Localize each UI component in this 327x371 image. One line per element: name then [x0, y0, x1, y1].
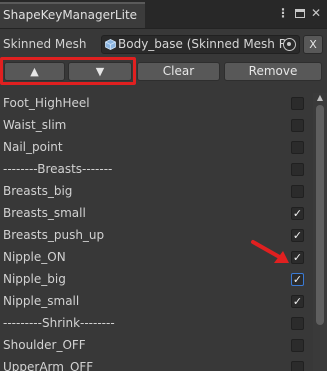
list-item[interactable]: ---------Shrink-------- — [0, 313, 312, 335]
list-item[interactable]: Waist_slim — [0, 115, 312, 137]
shape-key-checkbox[interactable] — [291, 185, 304, 198]
list-item[interactable]: Nipple_big ✓ — [0, 269, 312, 291]
scrollbar-thumb[interactable] — [316, 105, 324, 325]
shape-key-list: Foot_HighHeel Waist_slim Nail_point ----… — [0, 93, 312, 371]
list-item[interactable]: UpperArm_OFF — [0, 357, 312, 371]
clear-mesh-button[interactable]: X — [303, 35, 323, 54]
list-item[interactable]: Shoulder_OFF — [0, 335, 312, 357]
list-item[interactable]: Breasts_push_up ✓ — [0, 225, 312, 247]
shape-key-checkbox[interactable]: ✓ — [291, 229, 304, 242]
move-down-button[interactable]: ▼ — [68, 62, 132, 81]
skinned-mesh-field[interactable]: Body_base (Skinned Mesh Re — [101, 35, 300, 54]
shape-key-checkbox[interactable]: ✓ — [291, 251, 304, 264]
list-item[interactable]: Foot_HighHeel — [0, 93, 312, 115]
window-tab[interactable]: ShapeKeyManagerLite — [0, 2, 145, 28]
arrow-up-icon: ▲ — [30, 65, 39, 78]
window-titlebar: ShapeKeyManagerLite ⋮ ✕ — [0, 0, 327, 29]
shape-key-checkbox[interactable]: ✓ — [291, 273, 304, 286]
shape-key-label: Nipple_big — [3, 272, 66, 286]
list-item[interactable]: Nipple_ON ✓ — [0, 247, 312, 269]
remove-button[interactable]: Remove — [224, 62, 322, 81]
shape-key-label: Nipple_small — [3, 294, 80, 308]
move-up-button[interactable]: ▲ — [4, 62, 65, 81]
list-item[interactable]: Breasts_small ✓ — [0, 203, 312, 225]
kebab-menu-icon[interactable]: ⋮ — [277, 6, 289, 20]
shape-key-checkbox[interactable]: ✓ — [291, 295, 304, 308]
shape-key-checkbox[interactable] — [291, 317, 304, 330]
shape-key-label: --------Breasts------- — [3, 162, 113, 176]
shape-key-label: Nipple_ON — [3, 250, 66, 264]
mesh-icon — [105, 39, 116, 50]
skinned-mesh-label: Skinned Mesh — [3, 37, 87, 51]
shape-key-checkbox[interactable] — [291, 97, 304, 110]
shape-key-label: Waist_slim — [3, 118, 67, 132]
list-item[interactable]: Nipple_small ✓ — [0, 291, 312, 313]
skinned-mesh-value: Body_base (Skinned Mesh Re — [118, 37, 294, 51]
arrow-down-icon: ▼ — [95, 65, 105, 78]
shape-key-label: ---------Shrink-------- — [3, 316, 115, 330]
shape-key-label: Breasts_push_up — [3, 228, 105, 242]
shape-key-label: UpperArm_OFF — [3, 360, 94, 371]
shape-key-checkbox[interactable] — [291, 163, 304, 176]
shape-key-checkbox[interactable] — [291, 119, 304, 132]
window-title: ShapeKeyManagerLite — [3, 8, 138, 22]
toolbar-row: ▲ ▼ Clear Remove — [0, 60, 327, 82]
maximize-icon[interactable] — [294, 8, 305, 18]
scroll-up-icon[interactable]: ▲ — [315, 93, 325, 103]
list-item[interactable]: Breasts_big — [0, 181, 312, 203]
close-icon[interactable]: ✕ — [311, 6, 321, 20]
list-item[interactable]: --------Breasts------- — [0, 159, 312, 181]
shape-key-label: Foot_HighHeel — [3, 96, 90, 110]
shape-key-checkbox[interactable] — [291, 141, 304, 154]
list-item[interactable]: Nail_point — [0, 137, 312, 159]
vertical-scrollbar[interactable]: ▲ — [313, 93, 327, 371]
object-picker-icon[interactable] — [283, 38, 296, 51]
shape-key-checkbox[interactable] — [291, 361, 304, 371]
shape-key-label: Breasts_big — [3, 184, 73, 198]
shape-key-label: Nail_point — [3, 140, 63, 154]
shape-key-checkbox[interactable]: ✓ — [291, 207, 304, 220]
shape-key-label: Shoulder_OFF — [3, 338, 86, 352]
window-controls: ⋮ ✕ — [277, 6, 321, 20]
shape-key-label: Breasts_small — [3, 206, 86, 220]
clear-button[interactable]: Clear — [137, 62, 220, 81]
skinned-mesh-row: Skinned Mesh Body_base (Skinned Mesh Re … — [0, 34, 327, 56]
shape-key-checkbox[interactable] — [291, 339, 304, 352]
